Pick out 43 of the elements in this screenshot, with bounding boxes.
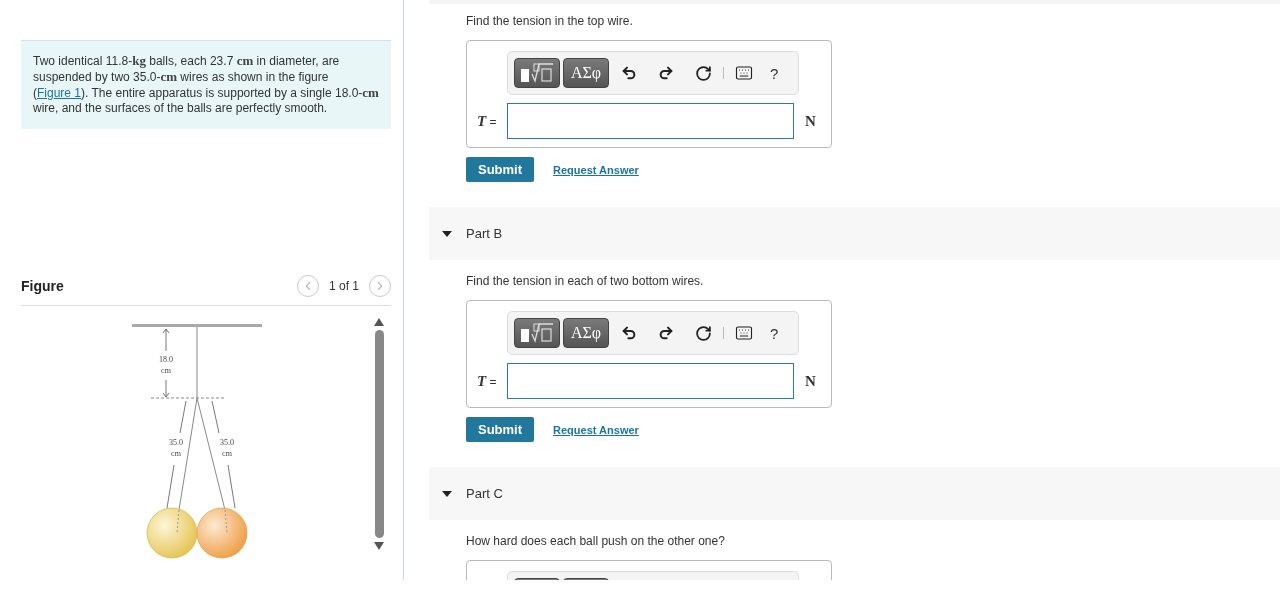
figure-title: Figure — [21, 278, 65, 294]
question-text: Find the tension in the top wire. — [466, 14, 634, 28]
reset-icon — [694, 64, 712, 82]
redo-icon — [658, 65, 674, 81]
template-icon — [519, 322, 555, 344]
dimension-label: 18.0 cm — [159, 355, 173, 375]
answer-field[interactable] — [507, 363, 794, 399]
figure-link[interactable]: Figure 1 — [37, 86, 82, 100]
answer-field[interactable] — [507, 103, 794, 139]
part-header[interactable]: Part B — [429, 207, 1280, 260]
variable-label: T = — [477, 112, 498, 130]
keyboard-icon — [735, 324, 753, 342]
caret-down-icon — [442, 228, 452, 239]
template-button[interactable] — [514, 318, 560, 348]
undo-icon — [621, 65, 637, 81]
unit-label: N — [805, 112, 816, 130]
scroll-up-icon[interactable] — [374, 318, 384, 326]
dimension-label: 35.0 cm — [220, 438, 234, 458]
help-button[interactable]: ? — [764, 64, 785, 82]
problem-text: Two identical 11.8-kg balls, each 23.7 cm in diameter, are suspended by two 35.0-cm wires as shown in the figure (Figure 1). The entire apparatus is supported by a single 18.0-cm wire, and the surfaces of the balls are perfectly smooth. — [21, 40, 391, 129]
scroll-thumb[interactable] — [374, 330, 384, 538]
scroll-down-icon[interactable] — [374, 542, 384, 550]
keyboard-icon — [735, 64, 753, 82]
page-counter: 1 of 1 — [328, 279, 359, 293]
help-button[interactable]: ? — [764, 324, 785, 342]
submit-button[interactable]: Submit — [466, 417, 535, 442]
undo-icon — [621, 325, 637, 341]
request-answer-link[interactable]: Request Answer — [553, 163, 639, 176]
template-button[interactable] — [514, 58, 560, 88]
template-icon — [519, 62, 555, 84]
caret-down-icon — [442, 488, 452, 499]
reset-icon — [694, 324, 712, 342]
part-header[interactable]: Part C — [429, 467, 1280, 520]
unit-label: N — [805, 372, 816, 390]
symbols-button[interactable]: ΑΣφ — [563, 318, 609, 348]
submit-button[interactable]: Submit — [466, 157, 535, 182]
variable-label: T = — [477, 372, 498, 390]
request-answer-link[interactable]: Request Answer — [553, 423, 639, 436]
question-text: Find the tension in each of two bottom wires. — [466, 274, 705, 288]
question-text: How hard does each ball push on the other one? — [466, 534, 726, 548]
dimension-label: 35.0 cm — [169, 438, 183, 458]
redo-icon — [658, 325, 674, 341]
symbols-button[interactable]: ΑΣφ — [563, 58, 609, 88]
